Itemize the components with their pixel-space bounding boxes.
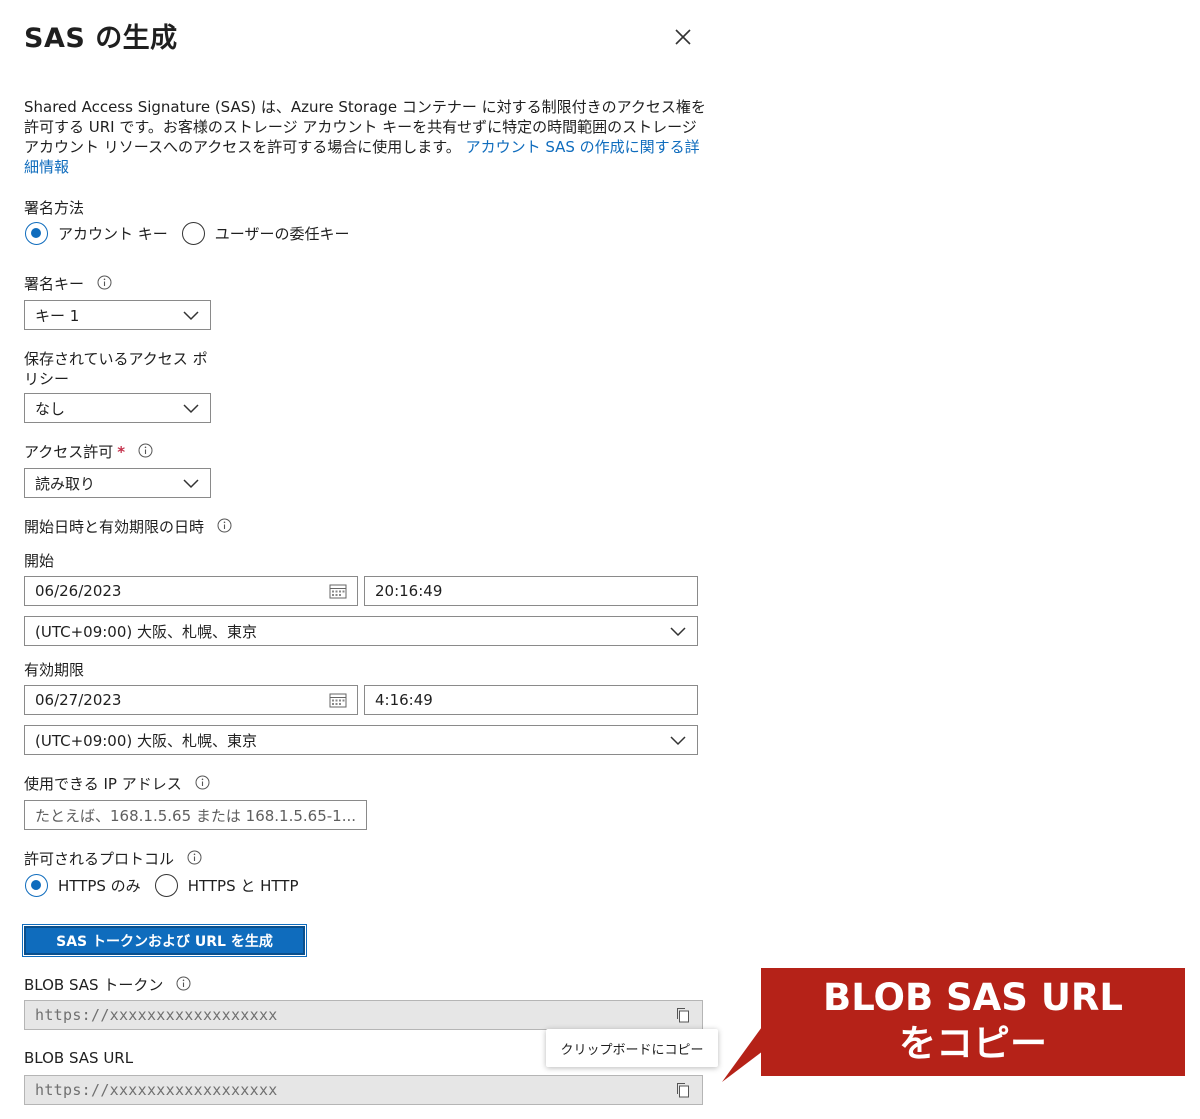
start-label: 開始 [24, 552, 55, 570]
signing-key-label: 署名キー [24, 274, 112, 294]
datetime-section-label-text: 開始日時と有効期限の日時 [24, 518, 205, 536]
blob-sas-url-label: BLOB SAS URL [24, 1049, 134, 1067]
signing-method-label: 署名方法 [24, 199, 85, 217]
stored-policy-value: なし [35, 399, 66, 418]
stored-policy-label-line1: 保存されているアクセス ポ [24, 350, 208, 368]
radio-account-key[interactable]: アカウント キー [25, 222, 168, 245]
blob-sas-token-label-text: BLOB SAS トークン [24, 976, 164, 994]
copy-icon[interactable] [674, 1081, 692, 1099]
permissions-select[interactable]: 読み取り [24, 468, 211, 498]
stored-policy-label-line2: リシー [24, 370, 70, 388]
permissions-value: 読み取り [35, 474, 96, 493]
annotation-callout: BLOB SAS URL をコピー [761, 968, 1185, 1076]
panel-title: SAS の生成 [24, 23, 178, 54]
allowed-ip-label: 使用できる IP アドレス [24, 774, 210, 794]
callout-line2: をコピー [899, 1022, 1047, 1065]
start-time-input[interactable]: 20:16:49 [364, 576, 698, 606]
info-icon[interactable] [176, 976, 191, 991]
generate-sas-button[interactable]: SAS トークンおよび URL を生成 [22, 924, 307, 957]
start-timezone-select[interactable]: (UTC+09:00) 大阪、札幌、東京 [24, 616, 698, 646]
info-icon[interactable] [195, 775, 210, 790]
radio-label: HTTPS と HTTP [187, 877, 299, 895]
protocol-radio-group: HTTPS のみ HTTPS と HTTP [25, 874, 313, 897]
radio-checked-icon [25, 222, 48, 245]
radio-label: HTTPS のみ [58, 877, 141, 895]
chevron-down-icon [183, 479, 199, 489]
datetime-section-label: 開始日時と有効期限の日時 [24, 517, 232, 537]
radio-checked-icon [25, 874, 48, 897]
copy-icon[interactable] [674, 1006, 692, 1024]
blob-sas-token-label: BLOB SAS トークン [24, 975, 191, 995]
allowed-ip-label-text: 使用できる IP アドレス [24, 775, 182, 793]
signing-key-value: キー 1 [35, 306, 80, 325]
expiry-time-input[interactable]: 4:16:49 [364, 685, 698, 715]
chevron-down-icon [183, 404, 199, 414]
panel-description: Shared Access Signature (SAS) は、Azure St… [24, 97, 714, 177]
info-icon[interactable] [217, 518, 232, 533]
chevron-down-icon [670, 736, 686, 746]
blob-sas-url-value: https://xxxxxxxxxxxxxxxxxx [35, 1081, 278, 1099]
blob-sas-token-value: https://xxxxxxxxxxxxxxxxxx [35, 1006, 278, 1024]
stored-policy-label: 保存されているアクセス ポ リシー [24, 349, 224, 389]
info-icon[interactable] [138, 443, 153, 458]
start-date-input[interactable]: 06/26/2023 [24, 576, 358, 606]
expiry-date-input[interactable]: 06/27/2023 [24, 685, 358, 715]
info-icon[interactable] [97, 275, 112, 290]
expiry-date-value: 06/27/2023 [35, 691, 122, 709]
chevron-down-icon [670, 627, 686, 637]
radio-unchecked-icon [154, 874, 178, 897]
start-time-value: 20:16:49 [375, 582, 443, 600]
protocol-label: 許可されるプロトコル [24, 849, 202, 869]
blob-sas-token-field[interactable]: https://xxxxxxxxxxxxxxxxxx [24, 1000, 703, 1030]
radio-unchecked-icon [181, 222, 205, 245]
radio-https-and-http[interactable]: HTTPS と HTTP [154, 874, 299, 897]
chevron-down-icon [183, 311, 199, 321]
expiry-time-value: 4:16:49 [375, 691, 433, 709]
start-date-value: 06/26/2023 [35, 582, 122, 600]
blob-sas-url-field[interactable]: https://xxxxxxxxxxxxxxxxxx [24, 1075, 703, 1105]
expiry-label: 有効期限 [24, 661, 85, 679]
signing-key-label-text: 署名キー [24, 275, 85, 293]
signing-method-radio-group: アカウント キー ユーザーの委任キー [25, 222, 363, 245]
expiry-timezone-value: (UTC+09:00) 大阪、札幌、東京 [35, 731, 258, 750]
expiry-timezone-select[interactable]: (UTC+09:00) 大阪、札幌、東京 [24, 725, 698, 755]
allowed-ip-placeholder: たとえば、168.1.5.65 または 168.1.5.65-1... [35, 806, 356, 825]
required-mark: * [117, 443, 126, 461]
start-timezone-value: (UTC+09:00) 大阪、札幌、東京 [35, 622, 258, 641]
calendar-icon[interactable] [329, 692, 347, 708]
info-icon[interactable] [187, 850, 202, 865]
radio-https-only[interactable]: HTTPS のみ [25, 874, 141, 897]
radio-user-delegation-key[interactable]: ユーザーの委任キー [181, 222, 350, 245]
calendar-icon[interactable] [329, 583, 347, 599]
protocol-label-text: 許可されるプロトコル [24, 850, 175, 868]
allowed-ip-input[interactable]: たとえば、168.1.5.65 または 168.1.5.65-1... [24, 800, 367, 830]
radio-label: アカウント キー [58, 225, 168, 243]
signing-key-select[interactable]: キー 1 [24, 300, 211, 330]
copy-tooltip: クリップボードにコピー [546, 1029, 718, 1067]
radio-label: ユーザーの委任キー [214, 225, 350, 243]
permissions-label: アクセス許可 * [24, 442, 153, 462]
close-icon[interactable] [668, 22, 698, 52]
permissions-label-text: アクセス許可 [24, 443, 114, 461]
callout-line1: BLOB SAS URL [823, 976, 1123, 1019]
stored-policy-select[interactable]: なし [24, 393, 211, 423]
